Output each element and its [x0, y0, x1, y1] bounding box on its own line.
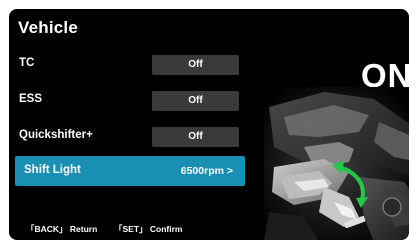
set-hint: 「SET」 Confirm — [114, 224, 183, 234]
shift-light-value: 6500rpm > — [180, 165, 233, 177]
back-hint: 「BACK」 Return — [26, 224, 98, 234]
menu-item-label: Shift Light — [24, 164, 81, 176]
menu-item-shift-light[interactable]: Shift Light 6500rpm > — [15, 156, 245, 186]
tc-value-box[interactable]: Off — [152, 55, 239, 75]
menu-item-label: ESS — [19, 93, 43, 105]
quickshifter-value-box[interactable]: Off — [152, 127, 239, 147]
menu-item-label: TC — [19, 57, 35, 69]
menu-item-tc[interactable]: TC Off — [9, 54, 249, 76]
app-screen: Vehicle TC Off ESS Off Quickshifter+ Off… — [0, 0, 417, 248]
menu-item-label: Quickshifter+ — [19, 129, 93, 141]
motorcycle-illustration — [264, 87, 409, 240]
vehicle-settings-panel: Vehicle TC Off ESS Off Quickshifter+ Off… — [9, 9, 409, 240]
page-title: Vehicle — [18, 18, 78, 37]
menu-item-ess[interactable]: ESS Off — [9, 90, 249, 112]
motorcycle-shift-pedal-illustration — [264, 87, 409, 240]
ess-value-box[interactable]: Off — [152, 91, 239, 111]
menu-item-quickshifter[interactable]: Quickshifter+ Off — [9, 126, 249, 148]
